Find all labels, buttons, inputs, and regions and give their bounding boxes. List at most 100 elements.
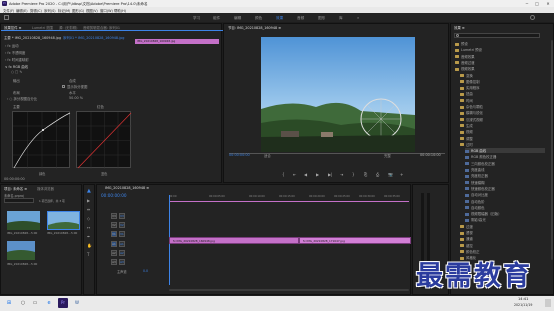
workspace-more[interactable]: » [357, 16, 359, 20]
extract-button[interactable]: ⎙ [376, 172, 379, 177]
maximize-button[interactable]: □ [532, 0, 542, 7]
go-to-in-button[interactable]: ⇤ [293, 172, 296, 177]
effect-item[interactable]: 图像控制 [460, 79, 480, 84]
workspace-editing[interactable]: 编辑 [234, 16, 241, 21]
track-v3-target[interactable]: V3 [119, 213, 125, 219]
effect-item[interactable]: 视频 [460, 129, 473, 134]
tab-sequence[interactable]: IMG_20210828_160948 ≡ [105, 186, 149, 190]
effect-item[interactable]: RGB 颜色校正器 [465, 154, 496, 159]
project-thumb-2[interactable] [47, 211, 80, 230]
mask-tools[interactable]: ○ □ ✎ [11, 70, 22, 74]
fx-motion[interactable]: › fx 运动 [5, 43, 19, 48]
workspace-assembly[interactable]: 组件 [213, 16, 220, 21]
track-a1-toggle[interactable]: A1 [111, 241, 117, 247]
track-a1-target[interactable]: A1 [119, 241, 125, 247]
step-back-button[interactable]: ◀ [304, 172, 307, 177]
effect-item[interactable]: 杂色与颗粒 [460, 104, 483, 109]
timeline-clip-1[interactable]: fx IMG_20210828_160948.jpg [169, 237, 299, 244]
type-tool-icon[interactable]: T [87, 252, 92, 257]
start-icon[interactable]: ⊞ [4, 298, 14, 308]
master-curve-graph[interactable] [12, 111, 71, 169]
track-v1-toggle[interactable]: V1 [111, 231, 117, 237]
effect-item[interactable]: 时间 [460, 98, 473, 103]
effect-item[interactable]: 扭曲 [460, 91, 473, 96]
effect-item[interactable]: 键控 [460, 243, 473, 248]
effect-item[interactable]: 自动色阶 [465, 199, 485, 204]
close-button[interactable]: ✕ [543, 0, 553, 7]
track-a3-toggle[interactable]: A3 [111, 259, 117, 265]
red-curve-graph[interactable] [76, 111, 132, 169]
timeline-clip-2[interactable]: fx IMG_20210828_171647.jpg [299, 237, 411, 244]
split-view-checkbox[interactable] [62, 85, 65, 88]
monitor-scrubber[interactable] [229, 153, 445, 154]
layout-value[interactable]: 水平 [69, 90, 76, 95]
track-v3-toggle[interactable]: V3 [111, 213, 117, 219]
master-curve-svg[interactable] [13, 112, 71, 169]
selection-tool-icon[interactable]: ▲ [87, 189, 92, 194]
project-thumb-1[interactable] [7, 211, 40, 230]
premiere-taskbar-icon[interactable]: Pr [58, 298, 68, 308]
hand-tool-icon[interactable]: ✋ [87, 243, 92, 248]
effect-item[interactable]: 自动颜色 [465, 205, 485, 210]
work-area-bar[interactable] [169, 201, 409, 202]
notification-icon[interactable] [545, 299, 551, 307]
effect-item[interactable]: 生成 [460, 123, 473, 128]
effect-item[interactable]: 过渡 [460, 224, 473, 229]
export-frame-button[interactable]: 📷 [388, 172, 393, 177]
track-v2-toggle[interactable]: V2 [111, 222, 117, 228]
split-percent-value[interactable]: 50.00 % [69, 96, 83, 100]
effect-item[interactable]: 亮度曲线 [465, 167, 485, 172]
mark-out-button[interactable]: } [352, 172, 355, 177]
source-clip-label[interactable]: 主要 * IMG_20210828_160948.jpg [4, 35, 61, 40]
effect-item[interactable]: 三向颜色校正器 [465, 161, 495, 166]
effect-item[interactable]: 音频过渡 [455, 60, 475, 65]
ec-timecode[interactable]: 00:00:00:00 [4, 177, 25, 181]
red-curve-svg[interactable] [77, 112, 132, 169]
ec-mini-clip[interactable]: IMG_20210828_160948.jpg [135, 39, 219, 44]
effect-item[interactable]: 音频效果 [455, 54, 475, 59]
effect-item[interactable]: 快速颜色校正器 [465, 186, 495, 191]
ripple-edit-tool-icon[interactable]: ⇹ [87, 207, 92, 212]
timeline-timecode[interactable]: 00:00:00:00 [101, 193, 127, 198]
effect-item[interactable]: 视频限幅器（旧版） [465, 211, 502, 216]
slip-tool-icon[interactable]: ↔ [87, 225, 92, 230]
effect-item[interactable]: 通道 [460, 236, 473, 241]
project-search-input[interactable] [4, 198, 34, 203]
pen-tool-icon[interactable]: ✒ [87, 234, 92, 239]
tab-effects[interactable]: 效果 ≡ [454, 25, 465, 30]
effect-item[interactable]: 实用程序 [460, 85, 480, 90]
add-button[interactable]: + [400, 172, 403, 177]
effect-item[interactable]: 透视 [460, 230, 473, 235]
workspace-effects[interactable]: 效果 [276, 16, 283, 21]
workspace-audio[interactable]: 音频 [297, 16, 304, 21]
fx-time-remap[interactable]: › fx 时间重映射 [5, 57, 29, 62]
lift-button[interactable]: ⎘ [364, 172, 367, 177]
workspace-graphics[interactable]: 图形 [318, 16, 325, 21]
track-v2-target[interactable]: V2 [119, 222, 125, 228]
effect-item[interactable]: Lumetri 预设 [455, 47, 482, 52]
workspace-color[interactable]: 颜色 [255, 16, 262, 21]
monitor-fit-select[interactable]: 适合 [264, 153, 271, 158]
mark-in-button[interactable]: { [282, 172, 285, 177]
effect-item[interactable]: 变换 [460, 73, 473, 78]
razor-tool-icon[interactable]: ◇ [87, 216, 92, 221]
effect-item[interactable]: 模糊与锐化 [460, 110, 483, 115]
task-view-icon[interactable]: ▭ [30, 298, 40, 308]
effect-item[interactable]: 快速模糊 [465, 180, 485, 185]
timeline-scrollbar[interactable] [169, 289, 409, 291]
play-button[interactable]: ▶ [316, 172, 319, 177]
workspace-libraries[interactable]: 库 [339, 16, 343, 21]
track-a3-target[interactable]: A3 [119, 259, 125, 265]
workspace-learn[interactable]: 学习 [193, 16, 200, 21]
tab-media-browser[interactable]: 媒体浏览器 [37, 186, 54, 191]
search-icon[interactable] [530, 15, 535, 20]
sequence-clip-label[interactable]: 序列01 * IMG_20210828_160948.jpg [63, 35, 124, 40]
fx-opacity[interactable]: › fx 不透明度 [5, 50, 25, 55]
effect-item[interactable]: RGB 曲线 [465, 148, 545, 154]
track-v1-target[interactable]: V1 [119, 231, 125, 237]
effect-item[interactable]: 自动对比度 [465, 192, 488, 197]
edge-icon[interactable]: e [44, 298, 54, 308]
effect-item[interactable]: 视频效果 [455, 66, 475, 71]
master-track-value[interactable]: 0.0 [143, 269, 148, 273]
effect-item[interactable]: 阴影/高光 [465, 217, 486, 222]
